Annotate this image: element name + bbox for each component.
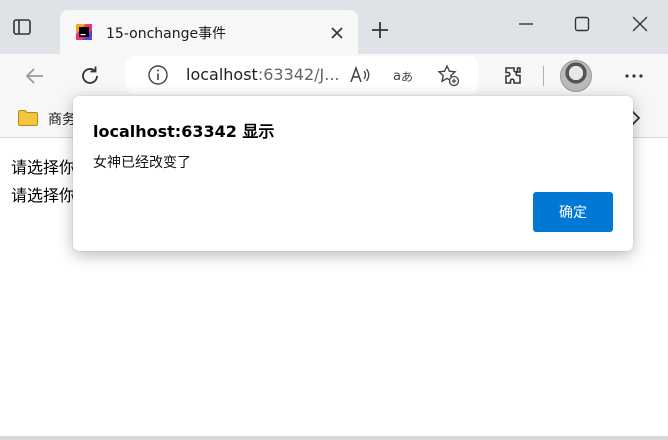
translate-icon[interactable]: aあ: [392, 63, 416, 87]
svg-text:a: a: [393, 69, 401, 84]
dialog-message: 女神已经改变了: [93, 155, 191, 171]
info-icon[interactable]: [146, 63, 170, 87]
minimize-icon[interactable]: [516, 14, 536, 34]
tab-actions-icon[interactable]: [12, 17, 32, 37]
tab-strip: 15-onchange事件: [0, 0, 668, 54]
url-host: localhost: [186, 65, 258, 84]
close-tab-icon[interactable]: [330, 25, 344, 39]
tab-title: 15-onchange事件: [106, 26, 227, 42]
add-favorite-icon[interactable]: [436, 63, 460, 87]
read-aloud-icon[interactable]: [348, 63, 372, 87]
profile-avatar[interactable]: [560, 60, 592, 92]
toolbar: localhost:63342/J... aあ: [0, 54, 668, 100]
more-menu-icon[interactable]: [622, 64, 646, 88]
active-tab[interactable]: 15-onchange事件: [60, 10, 358, 54]
ok-button[interactable]: 确定: [533, 192, 613, 232]
url-text[interactable]: localhost:63342/J...: [186, 65, 339, 84]
new-tab-icon[interactable]: [370, 20, 390, 40]
page-text-line: 请选择你: [11, 158, 76, 177]
refresh-icon[interactable]: [78, 64, 102, 88]
bookmark-folder-label[interactable]: 商务: [48, 109, 76, 129]
svg-text:あ: あ: [401, 70, 413, 84]
window-bottom-border: [0, 436, 668, 440]
webstorm-icon: [74, 22, 94, 42]
address-bar[interactable]: localhost:63342/J... aあ: [126, 56, 478, 94]
toolbar-divider: [543, 66, 544, 86]
url-path: :63342/J...: [257, 65, 340, 84]
back-icon[interactable]: [23, 64, 47, 88]
folder-icon[interactable]: [17, 109, 39, 127]
dialog-title: localhost:63342 显示: [93, 122, 275, 141]
page-text-line: 请选择你: [11, 186, 76, 205]
alert-dialog: localhost:63342 显示 女神已经改变了 确定: [73, 96, 633, 251]
close-window-icon[interactable]: [630, 14, 650, 34]
maximize-icon[interactable]: [572, 14, 592, 34]
extensions-icon[interactable]: [501, 64, 525, 88]
